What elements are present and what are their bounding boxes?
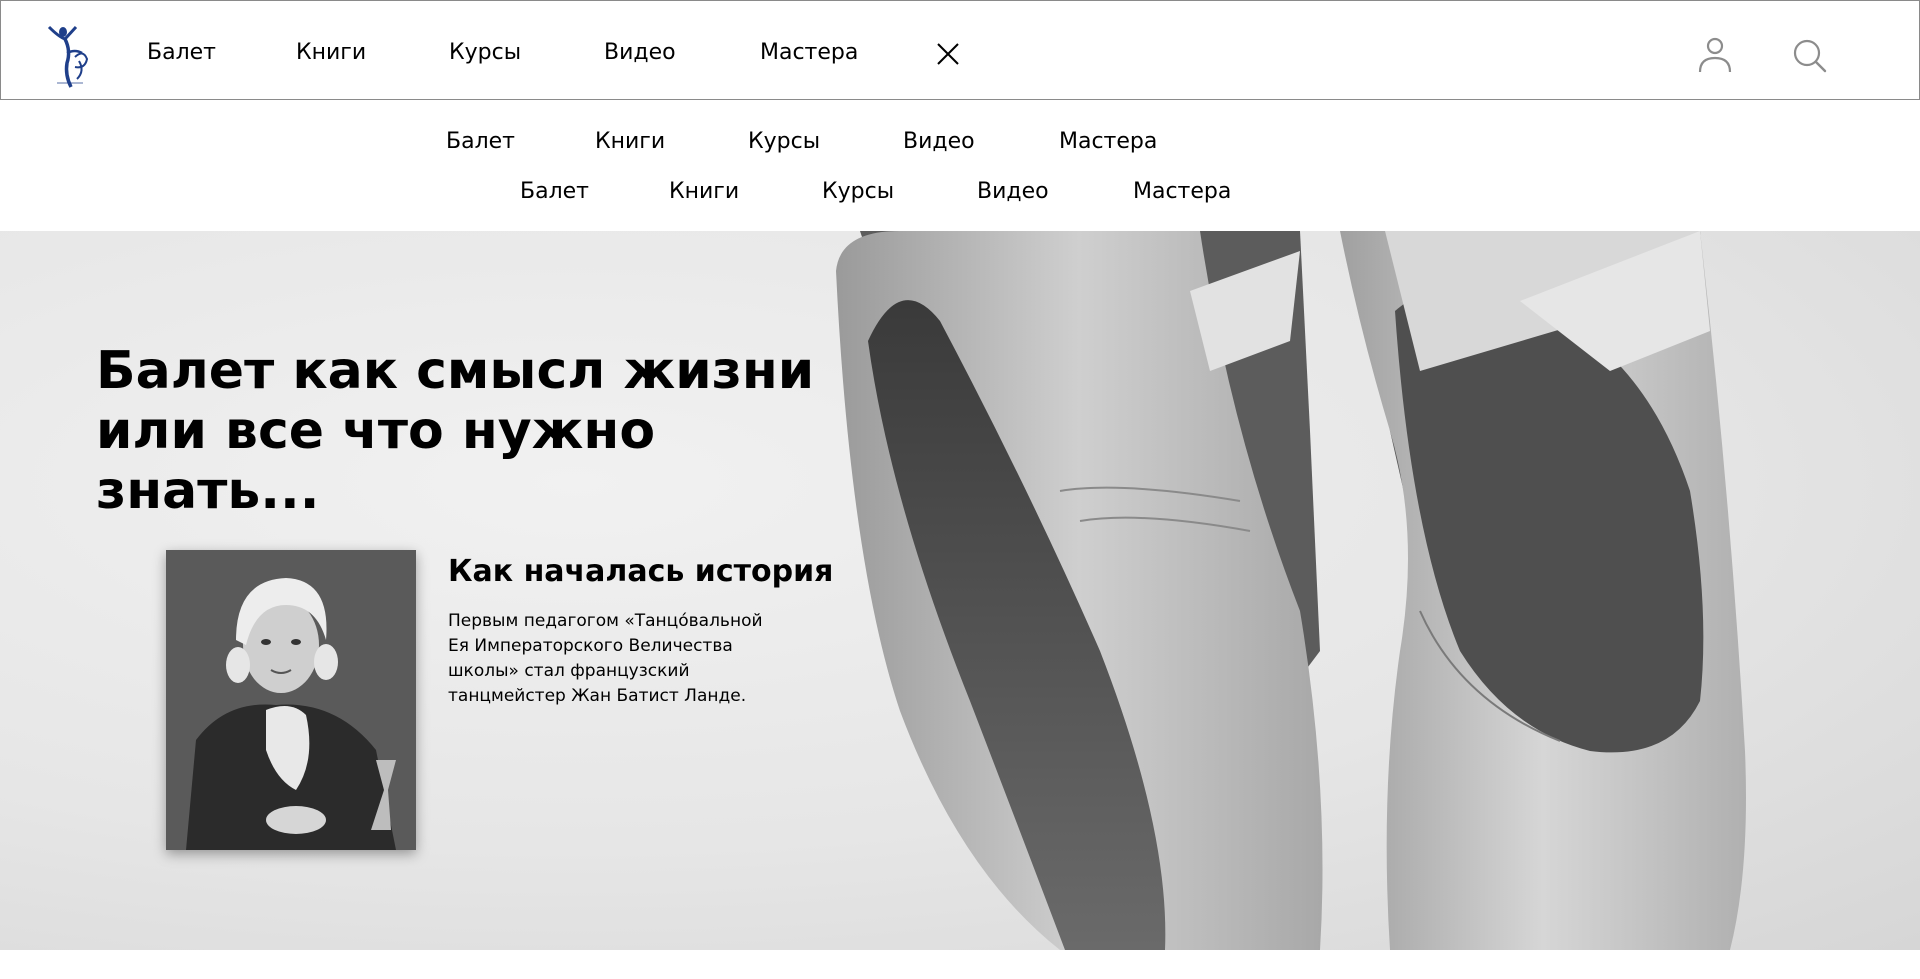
nav-link-ballet[interactable]: Балет [147, 41, 216, 65]
secondary-nav: Балет Книги Курсы Видео Мастера Балет Кн… [0, 101, 1920, 231]
nav-link-courses[interactable]: Курсы [449, 41, 521, 65]
subnav-link-courses[interactable]: Курсы [748, 130, 820, 154]
main-nav: Балет Книги Курсы Видео Мастера [1, 1, 1001, 101]
story-text: Первым педагогом «Танцо́вальной Ея Импер… [448, 611, 763, 706]
subnav-link-ballet[interactable]: Балет [446, 130, 515, 154]
hero-title: Балет как смысл жизни или все что нужно … [96, 341, 815, 521]
top-bar: Балет Книги Курсы Видео Мастера [0, 0, 1920, 100]
subnav-link-masters[interactable]: Мастера [1133, 180, 1231, 204]
user-icon[interactable] [1698, 36, 1732, 74]
nav-link-video[interactable]: Видео [604, 41, 676, 65]
subnav-link-video[interactable]: Видео [977, 180, 1049, 204]
hero-banner: Балет как смысл жизни или все что нужно … [0, 231, 1920, 950]
portrait-image [166, 550, 416, 850]
nav-link-masters[interactable]: Мастера [760, 41, 858, 65]
nav-link-books[interactable]: Книги [296, 41, 366, 65]
subnav-link-books[interactable]: Книги [669, 180, 739, 204]
subnav-link-masters[interactable]: Мастера [1059, 130, 1157, 154]
subnav-link-courses[interactable]: Курсы [822, 180, 894, 204]
close-icon[interactable] [935, 41, 961, 67]
subnav-link-ballet[interactable]: Балет [520, 180, 589, 204]
subnav-link-books[interactable]: Книги [595, 130, 665, 154]
story-title: Как началась история [448, 554, 834, 589]
search-icon[interactable] [1792, 38, 1828, 74]
subnav-link-video[interactable]: Видео [903, 130, 975, 154]
